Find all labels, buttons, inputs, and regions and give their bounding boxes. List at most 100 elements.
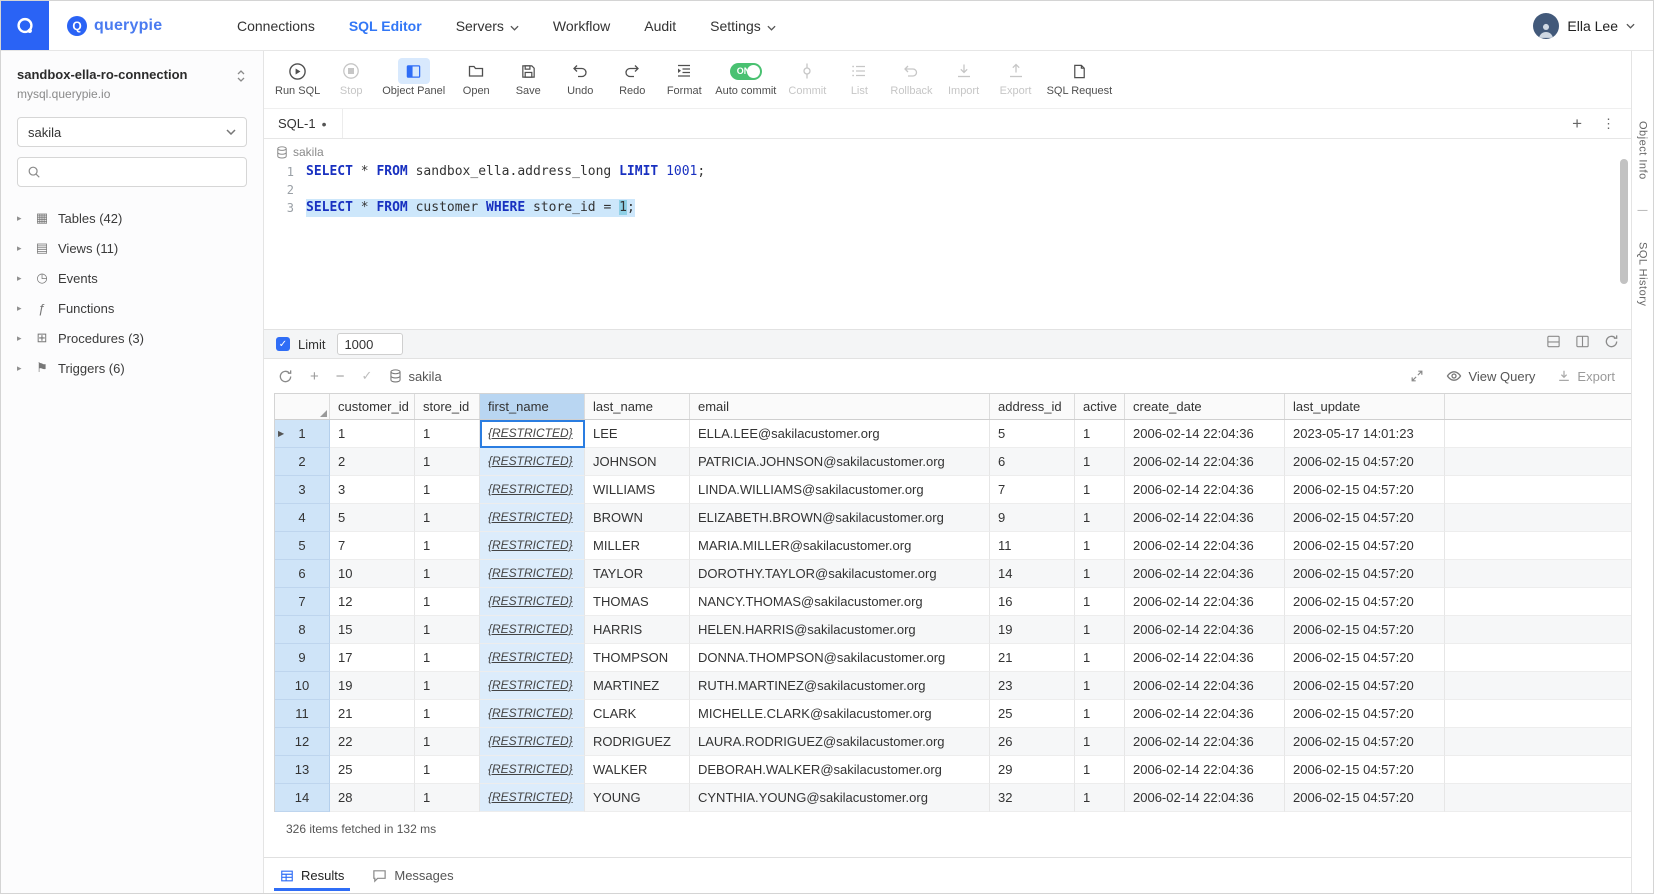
- cell-address_id[interactable]: 5: [990, 420, 1075, 448]
- limit-checkbox[interactable]: ✓: [276, 337, 290, 351]
- toolbar-commit-button[interactable]: Commit: [781, 56, 833, 99]
- cell-address_id[interactable]: 11: [990, 532, 1075, 560]
- cell-store_id[interactable]: 1: [415, 588, 480, 616]
- cell-customer_id[interactable]: 17: [330, 644, 415, 672]
- sidebar-item-tables-42[interactable]: ▸▦Tables (42): [17, 203, 247, 233]
- toolbar-import-button[interactable]: Import: [938, 56, 990, 99]
- cell-customer_id[interactable]: 25: [330, 756, 415, 784]
- cell-store_id[interactable]: 1: [415, 532, 480, 560]
- cell-address_id[interactable]: 26: [990, 728, 1075, 756]
- cell-last_update[interactable]: 2023-05-17 14:01:23: [1285, 420, 1445, 448]
- cell-address_id[interactable]: 6: [990, 448, 1075, 476]
- cell-last_name[interactable]: YOUNG: [585, 784, 690, 812]
- delete-row-icon[interactable]: −: [336, 369, 345, 384]
- cell-create_date[interactable]: 2006-02-14 22:04:36: [1125, 504, 1285, 532]
- sidebar-item-triggers-6[interactable]: ▸⚑Triggers (6): [17, 353, 247, 383]
- cell-first_name[interactable]: {RESTRICTED}: [480, 532, 585, 560]
- toolbar-format-button[interactable]: Format: [658, 56, 710, 99]
- cell-email[interactable]: ELLA.LEE@sakilacustomer.org: [690, 420, 990, 448]
- cell-active[interactable]: 1: [1075, 532, 1125, 560]
- cell-active[interactable]: 1: [1075, 616, 1125, 644]
- toolbar-export-button[interactable]: Export: [990, 56, 1042, 99]
- row-number-cell[interactable]: 14: [275, 784, 330, 812]
- cell-email[interactable]: LAURA.RODRIGUEZ@sakilacustomer.org: [690, 728, 990, 756]
- side-tab-object-info[interactable]: Object Info: [1637, 121, 1649, 180]
- cell-last_name[interactable]: MARTINEZ: [585, 672, 690, 700]
- cell-active[interactable]: 1: [1075, 504, 1125, 532]
- cell-email[interactable]: DONNA.THOMPSON@sakilacustomer.org: [690, 644, 990, 672]
- cell-first_name[interactable]: {RESTRICTED}: [480, 420, 585, 448]
- cell-last_update[interactable]: 2006-02-15 04:57:20: [1285, 728, 1445, 756]
- cell-customer_id[interactable]: 21: [330, 700, 415, 728]
- nav-item-settings[interactable]: Settings: [710, 18, 776, 34]
- cell-first_name[interactable]: {RESTRICTED}: [480, 476, 585, 504]
- row-number-cell[interactable]: 3: [275, 476, 330, 504]
- cell-address_id[interactable]: 25: [990, 700, 1075, 728]
- cell-last_name[interactable]: MILLER: [585, 532, 690, 560]
- column-header-store_id[interactable]: store_id: [415, 394, 480, 419]
- cell-create_date[interactable]: 2006-02-14 22:04:36: [1125, 616, 1285, 644]
- cell-last_update[interactable]: 2006-02-15 04:57:20: [1285, 756, 1445, 784]
- cell-last_name[interactable]: TAYLOR: [585, 560, 690, 588]
- cell-create_date[interactable]: 2006-02-14 22:04:36: [1125, 728, 1285, 756]
- nav-item-sql-editor[interactable]: SQL Editor: [349, 18, 422, 34]
- cell-last_name[interactable]: WILLIAMS: [585, 476, 690, 504]
- toolbar-redo-button[interactable]: Redo: [606, 56, 658, 99]
- add-tab-button[interactable]: +: [1572, 115, 1582, 132]
- toolbar-rollback-button[interactable]: Rollback: [885, 56, 937, 99]
- tab-menu-icon[interactable]: ⋮: [1602, 116, 1615, 132]
- cell-active[interactable]: 1: [1075, 448, 1125, 476]
- cell-active[interactable]: 1: [1075, 700, 1125, 728]
- column-header-last_update[interactable]: last_update: [1285, 394, 1445, 419]
- row-number-cell[interactable]: 11: [275, 700, 330, 728]
- cell-store_id[interactable]: 1: [415, 644, 480, 672]
- cell-last_name[interactable]: RODRIGUEZ: [585, 728, 690, 756]
- cell-customer_id[interactable]: 7: [330, 532, 415, 560]
- cell-customer_id[interactable]: 22: [330, 728, 415, 756]
- cell-last_update[interactable]: 2006-02-15 04:57:20: [1285, 700, 1445, 728]
- cell-active[interactable]: 1: [1075, 476, 1125, 504]
- toolbar-sql-request-button[interactable]: SQL Request: [1042, 56, 1118, 99]
- refresh-results-icon[interactable]: [278, 369, 293, 384]
- cell-customer_id[interactable]: 3: [330, 476, 415, 504]
- toolbar-run-sql-button[interactable]: Run SQL: [270, 56, 325, 99]
- cell-create_date[interactable]: 2006-02-14 22:04:36: [1125, 420, 1285, 448]
- tab-messages[interactable]: Messages: [372, 858, 453, 893]
- cell-create_date[interactable]: 2006-02-14 22:04:36: [1125, 672, 1285, 700]
- cell-email[interactable]: RUTH.MARTINEZ@sakilacustomer.org: [690, 672, 990, 700]
- search-input[interactable]: [48, 165, 237, 180]
- cell-email[interactable]: LINDA.WILLIAMS@sakilacustomer.org: [690, 476, 990, 504]
- cell-last_name[interactable]: THOMPSON: [585, 644, 690, 672]
- cell-last_update[interactable]: 2006-02-15 04:57:20: [1285, 448, 1445, 476]
- cell-email[interactable]: MICHELLE.CLARK@sakilacustomer.org: [690, 700, 990, 728]
- row-number-cell[interactable]: 9: [275, 644, 330, 672]
- cell-email[interactable]: PATRICIA.JOHNSON@sakilacustomer.org: [690, 448, 990, 476]
- cell-active[interactable]: 1: [1075, 560, 1125, 588]
- cell-customer_id[interactable]: 5: [330, 504, 415, 532]
- side-tab-sql-history[interactable]: SQL History: [1637, 242, 1649, 306]
- cell-active[interactable]: 1: [1075, 672, 1125, 700]
- cell-store_id[interactable]: 1: [415, 476, 480, 504]
- split-vertical-icon[interactable]: [1575, 334, 1590, 354]
- cell-first_name[interactable]: {RESTRICTED}: [480, 756, 585, 784]
- row-number-cell[interactable]: 1▶: [275, 420, 330, 448]
- cell-last_update[interactable]: 2006-02-15 04:57:20: [1285, 504, 1445, 532]
- cell-first_name[interactable]: {RESTRICTED}: [480, 700, 585, 728]
- cell-store_id[interactable]: 1: [415, 672, 480, 700]
- cell-address_id[interactable]: 21: [990, 644, 1075, 672]
- cell-store_id[interactable]: 1: [415, 448, 480, 476]
- cell-customer_id[interactable]: 12: [330, 588, 415, 616]
- cell-customer_id[interactable]: 2: [330, 448, 415, 476]
- cell-last_name[interactable]: LEE: [585, 420, 690, 448]
- user-menu[interactable]: Ella Lee: [1533, 13, 1653, 39]
- cell-last_update[interactable]: 2006-02-15 04:57:20: [1285, 616, 1445, 644]
- row-number-cell[interactable]: 4: [275, 504, 330, 532]
- cell-active[interactable]: 1: [1075, 644, 1125, 672]
- sidebar-item-functions[interactable]: ▸ƒFunctions: [17, 293, 247, 323]
- cell-email[interactable]: NANCY.THOMAS@sakilacustomer.org: [690, 588, 990, 616]
- cell-first_name[interactable]: {RESTRICTED}: [480, 504, 585, 532]
- auto-commit-toggle[interactable]: ON: [730, 63, 762, 80]
- cell-last_name[interactable]: HARRIS: [585, 616, 690, 644]
- cell-last_name[interactable]: CLARK: [585, 700, 690, 728]
- cell-customer_id[interactable]: 15: [330, 616, 415, 644]
